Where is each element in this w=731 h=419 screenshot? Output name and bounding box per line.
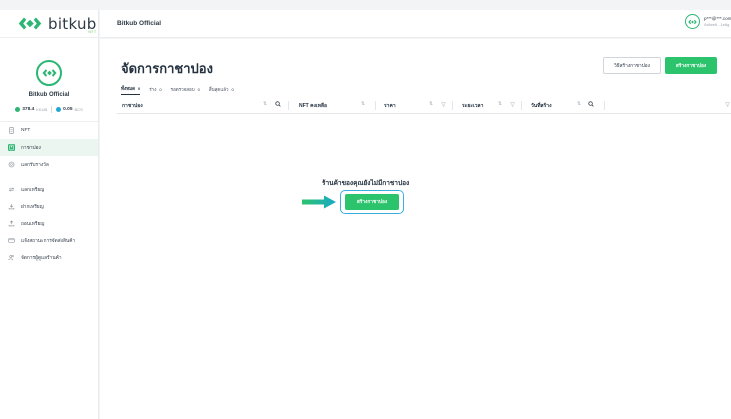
- tab-count: 0: [159, 86, 162, 92]
- filter-icon[interactable]: [725, 102, 730, 107]
- sort-icon[interactable]: ⇅: [498, 102, 502, 107]
- page-title: จัดการกาชาปอง: [121, 61, 213, 76]
- balance-bcs-unit: BCS: [74, 107, 83, 112]
- highlight-ring: สร้างกาชาปอง: [340, 190, 404, 214]
- sidebar-item-admins[interactable]: จัดการผู้ดูแลร้านค้า: [0, 249, 98, 266]
- column-divider: [604, 101, 605, 110]
- table-header: กาชาปอง ⇅ NFT คงเหลือ ⇅ ราคา ⇅ ระยะเวลา …: [117, 98, 731, 114]
- create-gachapon-button[interactable]: สร้างกาชาปอง: [665, 57, 717, 74]
- user-email: p***@***.com: [704, 15, 731, 21]
- page: bitkub NFT Bitkub Official 378.4 KKUB 0.…: [0, 0, 731, 419]
- brand-sub-label: NFT: [88, 29, 97, 34]
- bitkub-logo-icon: [18, 17, 42, 30]
- column-divider: [375, 101, 376, 110]
- user-account[interactable]: p***@***.com 0x8ee6...1e6g: [685, 14, 731, 29]
- column-nft-remaining[interactable]: NFT คงเหลือ: [299, 102, 327, 110]
- shop-name: Bitkub Official: [28, 92, 70, 98]
- column-divider: [521, 101, 522, 110]
- reward-icon: [8, 161, 15, 168]
- bitkub-logo-icon: [688, 19, 697, 24]
- user-avatar[interactable]: [685, 14, 700, 29]
- sort-icon[interactable]: ⇅: [577, 102, 581, 107]
- gachapon-icon: [8, 144, 15, 151]
- tab-label: สิ้นสุดแล้ว: [208, 86, 229, 92]
- main-content: จัดการกาชาปอง วิธีสร้างกาชาปอง สร้างกาชา…: [100, 39, 731, 419]
- tab-count: 0: [197, 86, 200, 92]
- user-info: p***@***.com 0x8ee6...1e6g: [704, 16, 731, 28]
- balance-kkub: 378.4 KKUB: [15, 107, 47, 112]
- filter-icon[interactable]: [441, 102, 446, 107]
- tab-label: ทั้งหมด: [121, 86, 136, 91]
- sort-icon[interactable]: ⇅: [429, 102, 433, 107]
- tab-count: 0: [138, 86, 141, 91]
- sort-icon[interactable]: ⇅: [361, 102, 365, 107]
- search-icon[interactable]: [588, 101, 594, 107]
- sidebar-item-label: แจ้งสถานะการจัดส่งสินค้า: [21, 238, 76, 244]
- column-divider: [452, 101, 453, 110]
- balance-kkub-unit: KKUB: [36, 107, 48, 112]
- sort-icon[interactable]: ⇅: [263, 102, 267, 107]
- sidebar-item-rewards[interactable]: แลกรับรางวัล: [0, 156, 98, 173]
- sidebar-nav: NFT กาชาปอง แลกรับรางวัล แลกเหรียญ ฝากเห…: [0, 121, 98, 266]
- tab-pending-review[interactable]: รอตรวจสอบ 0: [171, 85, 200, 95]
- column-divider: [288, 101, 289, 110]
- balance-divider: [51, 106, 53, 113]
- sidebar-item-delivery[interactable]: แจ้งสถานะการจัดส่งสินค้า: [0, 232, 98, 249]
- tab-label: ร่าง: [149, 86, 157, 92]
- user-wallet-address: 0x8ee6...1e6g: [704, 21, 730, 27]
- balance-bcs: 0.05 BCS: [56, 107, 83, 112]
- search-icon[interactable]: [275, 101, 281, 107]
- sidebar-item-deposit[interactable]: ฝากเหรียญ: [0, 198, 98, 215]
- sidebar-item-swap[interactable]: แลกเหรียญ: [0, 181, 98, 198]
- column-duration[interactable]: ระยะเวลา: [462, 102, 483, 110]
- shop-avatar[interactable]: [36, 60, 62, 86]
- filter-icon[interactable]: [510, 102, 515, 107]
- balances: 378.4 KKUB 0.05 BCS: [0, 106, 98, 113]
- admins-icon: [8, 254, 15, 261]
- topbar-title: Bitkub Official: [117, 20, 162, 27]
- empty-state-create-button[interactable]: สร้างกาชาปอง: [345, 194, 399, 210]
- nft-icon: [8, 127, 15, 134]
- delivery-icon: [8, 237, 15, 244]
- shop-profile: Bitkub Official 378.4 KKUB 0.05 BCS: [0, 60, 98, 113]
- status-tabs: ทั้งหมด 0 ร่าง 0 รอตรวจสอบ 0 สิ้นสุดแล้ว…: [121, 85, 234, 95]
- sidebar-item-label: NFT: [21, 128, 31, 133]
- empty-state-message: ร้านค้าของคุณยังไม่มีกาชาปอง: [322, 180, 410, 187]
- sidebar-item-label: แลกเหรียญ: [21, 187, 45, 193]
- withdraw-icon: [8, 220, 15, 227]
- tab-all[interactable]: ทั้งหมด 0: [121, 85, 141, 95]
- column-gachapon[interactable]: กาชาปอง: [122, 102, 143, 110]
- tab-count: 0: [231, 86, 234, 92]
- tab-draft[interactable]: ร่าง 0: [149, 85, 161, 95]
- bcs-coin-icon: [56, 107, 62, 112]
- tab-label: รอตรวจสอบ: [170, 86, 195, 92]
- arrow-right-icon: [302, 195, 336, 209]
- balance-kkub-value: 378.4: [22, 107, 35, 112]
- how-to-create-button[interactable]: วิธีสร้างกาชาปอง: [603, 57, 661, 74]
- topbar: Bitkub Official p***@***.com 0x8ee6...1e…: [100, 10, 731, 38]
- column-created-date[interactable]: วันที่สร้าง: [531, 102, 552, 110]
- brand-name: bitkub NFT: [48, 15, 97, 34]
- deposit-icon: [8, 203, 15, 210]
- swap-icon: [8, 186, 15, 193]
- sidebar-item-withdraw[interactable]: ถอนเหรียญ: [0, 215, 98, 232]
- kub-coin-icon: [15, 107, 21, 112]
- sidebar-item-nft[interactable]: NFT: [0, 122, 98, 139]
- bitkub-logo-icon: [41, 69, 57, 77]
- sidebar-item-label: จัดการผู้ดูแลร้านค้า: [21, 255, 62, 261]
- sidebar-item-label: กาชาปอง: [21, 145, 41, 151]
- sidebar-item-gachapon[interactable]: กาชาปอง: [0, 139, 98, 156]
- sidebar-item-label: ฝากเหรียญ: [21, 204, 44, 210]
- brand-logo[interactable]: bitkub NFT: [0, 10, 98, 38]
- sidebar-item-label: แลกรับรางวัล: [21, 162, 49, 168]
- balance-bcs-value: 0.05: [63, 107, 73, 112]
- column-price[interactable]: ราคา: [384, 102, 396, 110]
- tab-ended[interactable]: สิ้นสุดแล้ว 0: [209, 85, 234, 95]
- sidebar-item-label: ถอนเหรียญ: [21, 221, 45, 227]
- sidebar: bitkub NFT Bitkub Official 378.4 KKUB 0.…: [0, 10, 99, 419]
